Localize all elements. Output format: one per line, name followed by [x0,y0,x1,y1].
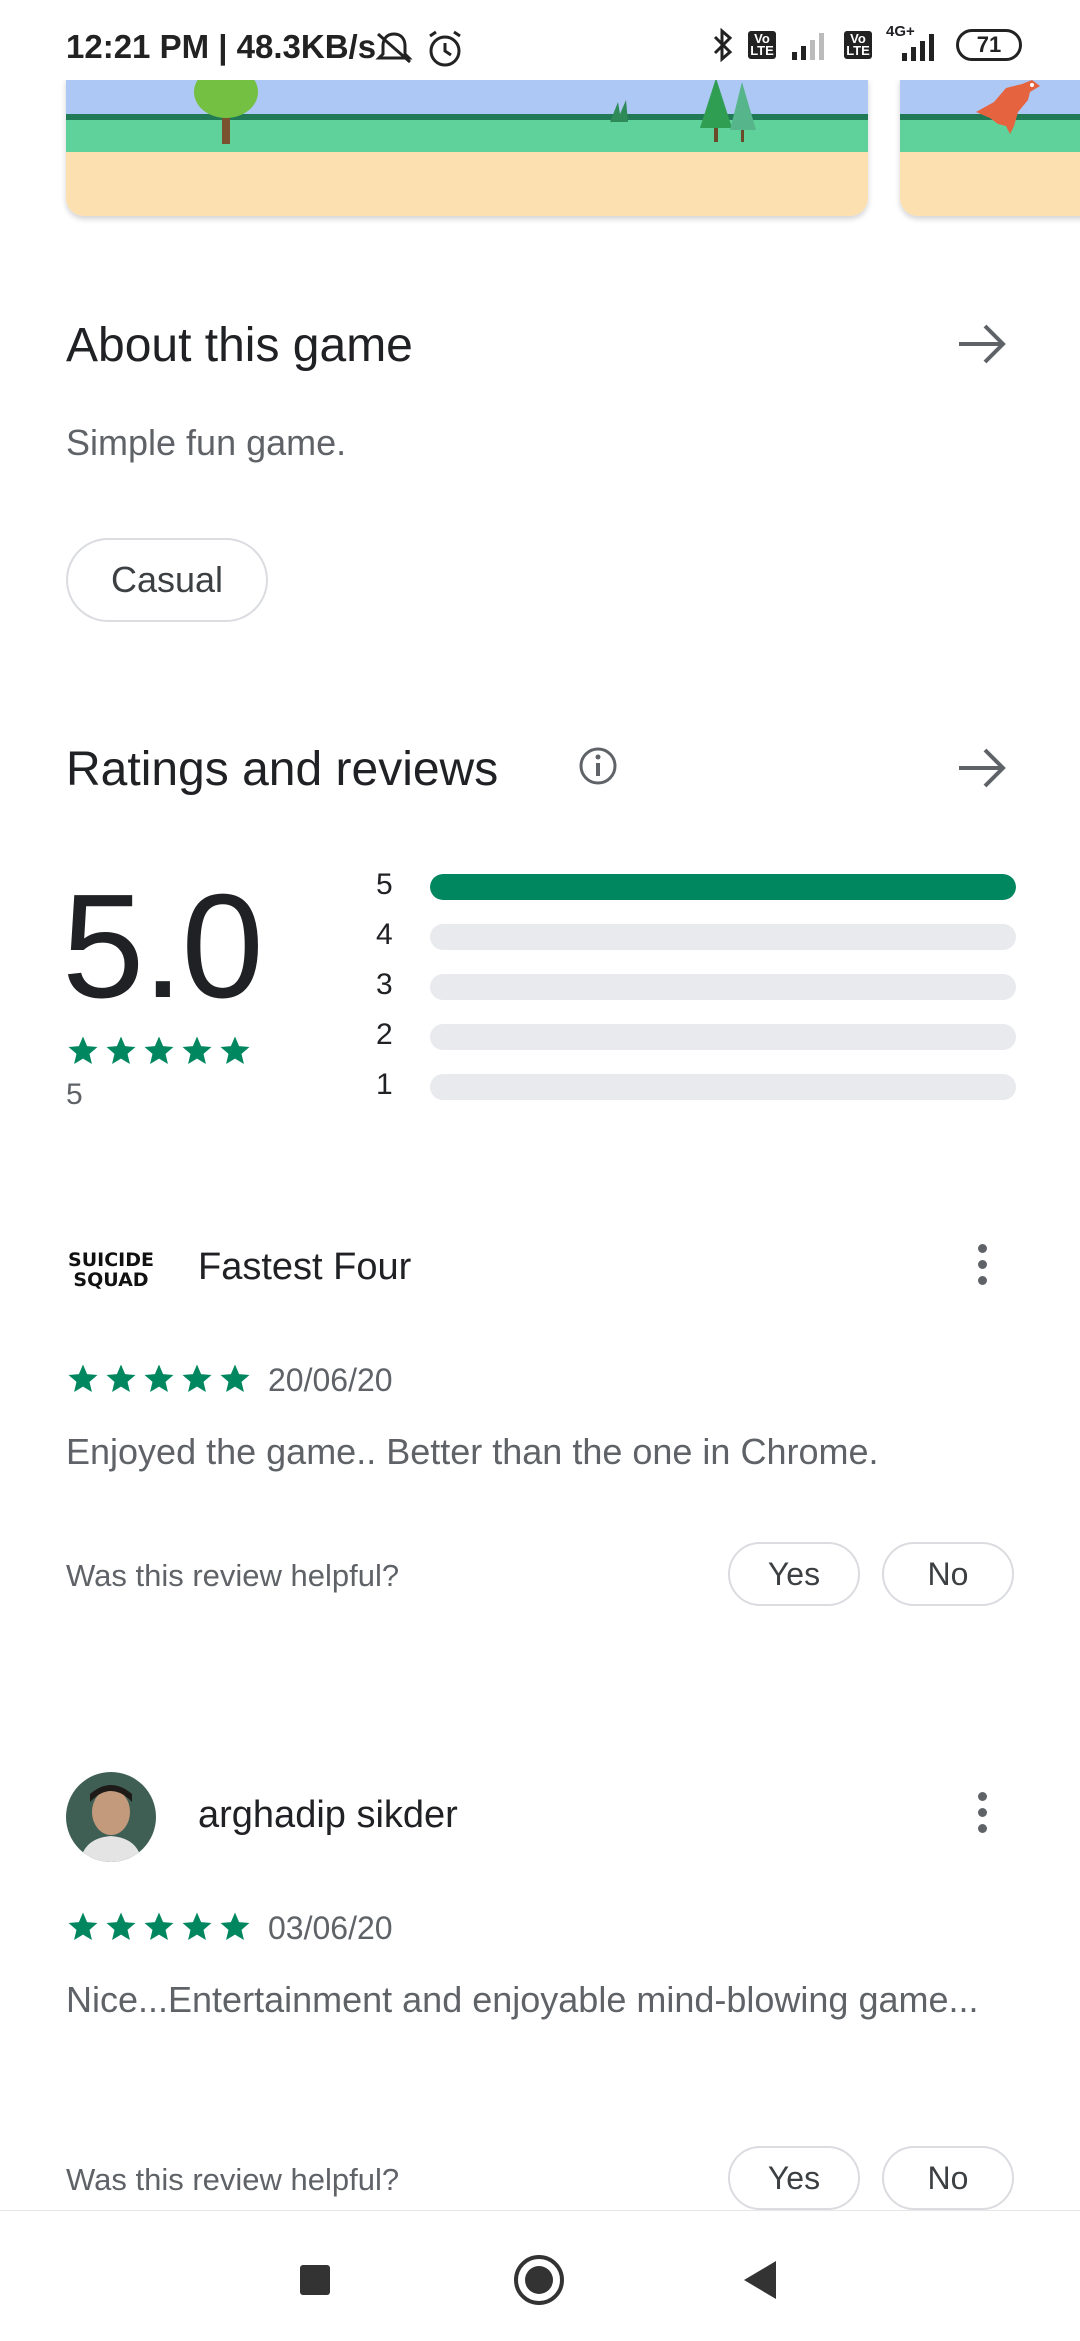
ratings-arrow-icon[interactable] [956,746,1008,790]
helpful-yes-button[interactable]: Yes [728,2146,860,2210]
home-icon[interactable] [514,2255,564,2305]
status-time: 12:21 PM | 48.3KB/s [66,28,377,65]
star-icon [68,1036,98,1065]
rating-bar-row: 4 [376,918,1016,952]
star-icon [182,1364,212,1393]
status-right: Vo LTE Vo LTE 4G+ 71 [712,23,1022,62]
game-screenshot[interactable] [900,78,1080,216]
rating-bar-label: 4 [376,918,393,951]
rating-bar-label: 3 [376,968,393,1001]
star-icon [220,1364,250,1393]
category-chip[interactable]: Casual [66,538,268,622]
star-icon [220,1036,250,1065]
tree-icon [194,78,258,144]
rating-bar-row: 5 [376,868,1016,902]
signal-icon [902,34,934,61]
star-icon [144,1364,174,1393]
status-bar: 12:21 PM | 48.3KB/s Vo LTE Vo LTE 4G+ 71 [0,0,1080,80]
game-screenshot[interactable] [66,78,868,216]
system-nav-bar [0,2210,1080,2341]
review-text: Nice...Entertainment and enjoyable mind-… [66,1979,979,2020]
star-icon [182,1036,212,1065]
star-icon [220,1912,250,1941]
avatar-photo [66,1772,156,1862]
bluetooth-icon [713,28,733,62]
mute-icon [375,32,413,64]
helpful-prompt: Was this review helpful? [66,2162,400,2197]
grass-icon [610,100,628,122]
review-date: 03/06/20 [268,1910,393,1946]
star-icon [144,1036,174,1065]
ratings-title: Ratings and reviews [66,743,499,796]
rating-bar-row: 2 [376,1018,1016,1052]
review-stars [66,1910,252,1944]
rating-bar-fill [430,874,1016,900]
alarm-icon [429,30,461,67]
star-rating [66,1034,252,1068]
rating-count: 5 [66,1078,83,1111]
recents-icon[interactable] [300,2265,330,2295]
reviewer-name: Fastest Four [198,1246,412,1288]
rating-bar-row: 3 [376,968,1016,1002]
rating-bar-row: 1 [376,1068,1016,1102]
more-options-icon[interactable] [970,1792,994,1840]
star-icon [106,1364,136,1393]
volte-badge: Vo LTE [748,31,776,59]
helpful-prompt: Was this review helpful? [66,1558,400,1593]
star-icon [106,1912,136,1941]
rating-bar [430,1074,1016,1100]
more-options-icon[interactable] [970,1244,994,1292]
rating-bar [430,1024,1016,1050]
star-icon [68,1912,98,1941]
dinosaur-icon [976,80,1040,134]
about-arrow-icon[interactable] [956,322,1008,366]
helpful-yes-button[interactable]: Yes [728,1542,860,1606]
battery-indicator: 71 [956,29,1022,61]
average-rating: 5.0 [62,864,264,1029]
reviewer-name: arghadip sikder [198,1794,458,1836]
review-text: Enjoyed the game.. Better than the one i… [66,1431,879,1472]
helpful-no-button[interactable]: No [882,2146,1014,2210]
avatar [66,1772,156,1862]
volte-badge: Vo LTE [844,31,872,59]
signal-icon [792,33,824,60]
rating-bar-label: 1 [376,1068,393,1101]
star-icon [106,1036,136,1065]
review-stars [66,1362,252,1396]
about-title: About this game [66,319,413,372]
avatar: SUICIDE SQUAD [66,1224,156,1314]
star-icon [68,1364,98,1393]
avatar-logo-text: SUICIDE SQUAD [68,1249,154,1291]
star-icon [144,1912,174,1941]
signal-4g: 4G+ [886,23,942,61]
helpful-no-button[interactable]: No [882,1542,1014,1606]
pine-trees-icon [700,78,756,142]
rating-bar [430,874,1016,900]
rating-bar [430,924,1016,950]
rating-bar [430,974,1016,1000]
back-icon[interactable] [744,2261,776,2299]
review-date: 20/06/20 [268,1362,393,1398]
rating-bar-label: 5 [376,868,393,901]
info-icon[interactable] [578,746,618,786]
star-icon [182,1912,212,1941]
game-description: Simple fun game. [66,422,347,463]
rating-bar-label: 2 [376,1018,393,1051]
